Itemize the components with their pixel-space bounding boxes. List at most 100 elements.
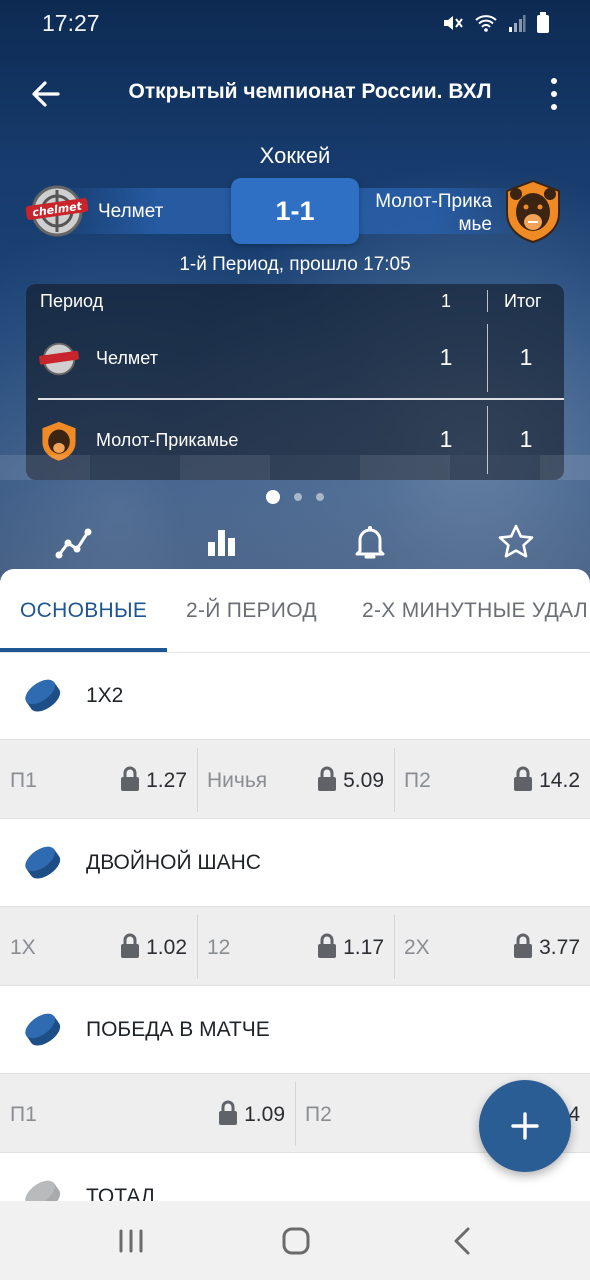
lock-icon — [121, 933, 139, 958]
period-score-table: Период 1 Итог Челмет 1 1 Молот-Прикамье … — [26, 284, 564, 480]
signal-icon — [508, 13, 526, 38]
away-team-logo-small — [38, 420, 80, 462]
home-team-logo-small — [38, 338, 80, 380]
back-button[interactable] — [26, 74, 66, 114]
page-dot-active[interactable] — [266, 490, 280, 504]
lock-icon — [514, 766, 532, 791]
away-team-logo — [500, 178, 566, 244]
page-dot[interactable] — [316, 493, 324, 501]
hockey-puck-icon — [25, 846, 61, 879]
odd-label: Ничья — [207, 769, 268, 792]
tab-penalties[interactable]: 2-Х МИНУТНЫЕ УДАЛ — [362, 599, 588, 623]
plus-icon — [511, 1112, 539, 1140]
market-header[interactable]: ДВОЙНОЙ ШАНС — [0, 820, 590, 906]
odd-cell[interactable]: П1 1.27 — [0, 740, 197, 820]
statistics-button[interactable] — [54, 522, 94, 562]
recent-apps-button[interactable] — [112, 1223, 152, 1259]
odd-cell[interactable]: П1 1.09 — [0, 1074, 295, 1154]
table-row: Молот-Прикамье 1 1 — [26, 400, 564, 480]
lock-icon — [514, 933, 532, 958]
page-dot[interactable] — [294, 493, 302, 501]
odd-value: 1.27 — [146, 769, 187, 792]
notifications-button[interactable] — [350, 522, 390, 562]
team-name: Молот-Прикамье — [96, 430, 239, 450]
active-tab-indicator — [0, 648, 167, 652]
more-vert-icon — [551, 78, 557, 84]
odd-label: П1 — [10, 769, 37, 792]
market-header[interactable]: ПОБЕДА В МАТЧЕ — [0, 987, 590, 1073]
period-header-label: Период — [40, 291, 104, 311]
column-divider — [487, 324, 488, 392]
odd-label: 12 — [207, 936, 231, 959]
lock-icon — [318, 766, 336, 791]
home-team-logo: chelmet — [24, 184, 90, 238]
back-icon — [454, 1227, 470, 1255]
odd-cell[interactable]: 1X 1.02 — [0, 907, 197, 987]
odd-value: 14.2 — [539, 769, 580, 792]
market-title: ДВОЙНОЙ ШАНС — [86, 851, 261, 874]
mute-icon — [442, 13, 464, 38]
odd-value: 1.17 — [343, 936, 384, 959]
odds-row: П1 1.27 Ничья 5.09 П2 14.2 — [0, 739, 590, 819]
lock-icon — [318, 933, 336, 958]
odd-label: П2 — [404, 769, 431, 792]
star-icon — [498, 524, 534, 558]
home-icon — [282, 1227, 310, 1255]
odd-value: 5.09 — [343, 769, 384, 792]
market-header[interactable]: 1X2 — [0, 653, 590, 739]
system-back-button[interactable] — [444, 1223, 484, 1259]
odd-value: 1.09 — [244, 1103, 285, 1126]
odd-value: 3.77 — [539, 936, 580, 959]
market-title: ПОБЕДА В МАТЧЕ — [86, 1018, 270, 1041]
lock-icon — [219, 1100, 237, 1125]
total-score: 1 — [519, 344, 533, 370]
total-score: 1 — [519, 426, 533, 452]
status-time: 17:27 — [42, 10, 100, 36]
page-title: Открытый чемпионат России. ВХЛ — [128, 80, 492, 103]
market-title: ТОТАЛ — [86, 1185, 155, 1201]
odds-row: 1X 1.02 12 1.17 2X 3.77 — [0, 906, 590, 986]
battery-icon — [536, 12, 550, 39]
odd-label: П1 — [10, 1103, 37, 1126]
odd-cell[interactable]: П2 14.2 — [394, 740, 590, 820]
period-table-header: Период 1 Итог — [26, 284, 564, 318]
more-menu-button[interactable] — [544, 78, 564, 110]
match-actions — [0, 518, 590, 564]
match-score: 1-1 — [231, 178, 359, 244]
standings-button[interactable] — [202, 522, 242, 562]
period-1-header: 1 — [440, 291, 451, 311]
team-name: Челмет — [96, 348, 158, 368]
system-icons — [442, 12, 550, 39]
wifi-icon — [474, 13, 498, 38]
favorite-button[interactable] — [496, 522, 536, 562]
home-button[interactable] — [276, 1223, 316, 1259]
chart-line-icon — [55, 528, 92, 559]
period-status: 1-й Период, прошло 17:05 — [179, 254, 411, 275]
odd-cell[interactable]: Ничья 5.09 — [197, 740, 394, 820]
odd-label: 2X — [404, 936, 430, 959]
home-team-name: Челмет — [98, 201, 164, 222]
sport-name: Хоккей — [259, 143, 331, 168]
lock-icon — [121, 766, 139, 791]
period-1-score: 1 — [439, 426, 453, 452]
column-divider — [487, 290, 488, 312]
scoreboard: chelmet Челмет 1-1 Молот-Прика мье — [24, 178, 566, 244]
market-tabs: ОСНОВНЫЕ 2-Й ПЕРИОД 2-Х МИНУТНЫЕ УДАЛ — [0, 569, 590, 653]
odd-cell[interactable]: 2X 3.77 — [394, 907, 590, 987]
app-bar: Открытый чемпионат России. ВХЛ — [0, 56, 590, 132]
tab-main[interactable]: ОСНОВНЫЕ — [20, 599, 147, 623]
column-divider — [487, 406, 488, 474]
odd-value: 1.02 — [146, 936, 187, 959]
recent-apps-icon — [119, 1229, 143, 1253]
hockey-puck-icon — [25, 1180, 61, 1201]
carousel-indicator[interactable] — [0, 490, 590, 504]
away-team-name: Молот-Прика мье — [375, 191, 492, 235]
match-header: 17:27 Открытый чемпионат России. ВХЛ Хок… — [0, 0, 590, 600]
odd-cell[interactable]: 12 1.17 — [197, 907, 394, 987]
bar-chart-icon — [208, 530, 235, 556]
arrow-left-icon — [32, 81, 60, 107]
system-navigation-bar — [0, 1201, 590, 1280]
add-bet-button[interactable] — [479, 1080, 571, 1172]
period-1-score: 1 — [439, 344, 453, 370]
tab-second-period[interactable]: 2-Й ПЕРИОД — [186, 599, 317, 623]
